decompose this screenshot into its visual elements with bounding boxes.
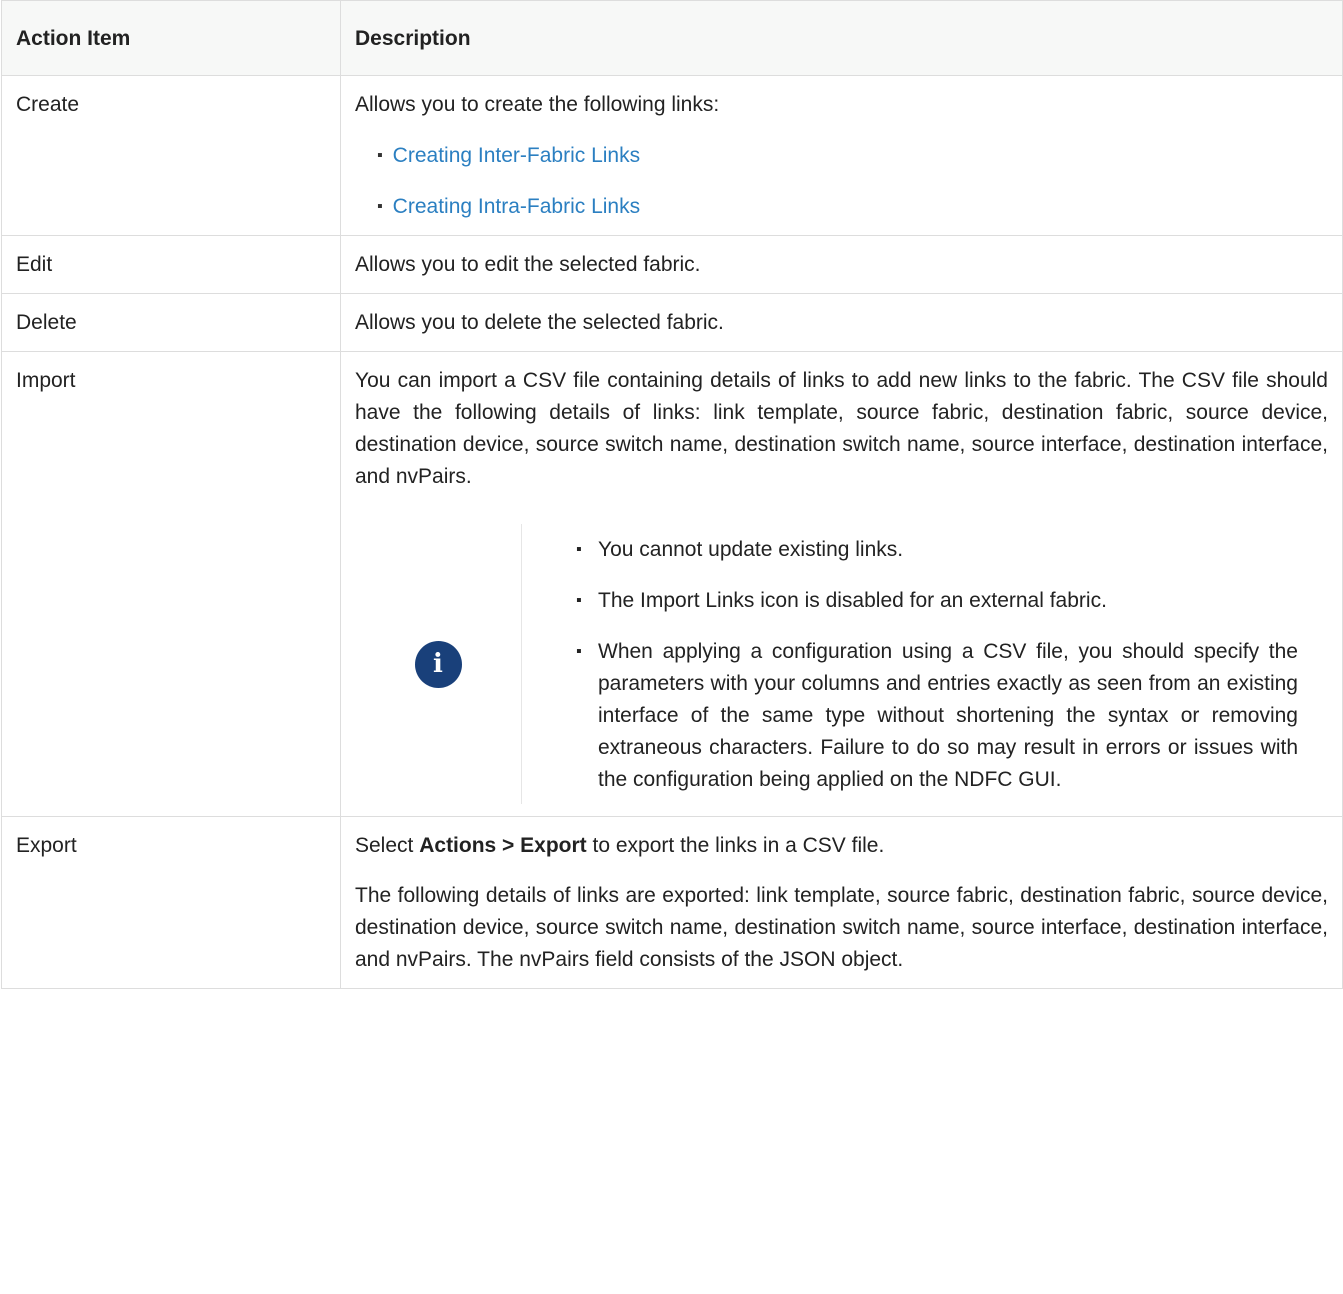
column-header-action-item: Action Item [1,0,341,76]
bullet-icon: ▪ [377,198,383,215]
bullet-icon: ▪ [377,147,383,164]
column-header-description: Description [340,0,1343,76]
import-description-text: You can import a CSV file containing det… [355,369,1328,488]
create-intro-text: Allows you to create the following links… [355,93,720,116]
table-row-edit: Edit Allows you to edit the selected fab… [1,235,1343,294]
export-select-prefix: Select [355,834,414,857]
info-note: i ▪ You cannot update existing links. ▪ Th… [355,524,1328,804]
list-item: ▪ When applying a configuration using a C… [576,636,1298,796]
action-items-table: Action Item Description Create Allows yo… [1,0,1343,989]
description-cell: Allows you to create the following links… [340,75,1343,236]
note-item-text: You cannot update existing links. [598,538,904,561]
action-cell: Delete [1,293,341,352]
list-item: ▪ Creating Intra-Fabric Links [377,191,1328,223]
creating-inter-fabric-links-link[interactable]: Creating Inter-Fabric Links [393,144,640,167]
creating-intra-fabric-links-link[interactable]: Creating Intra-Fabric Links [393,195,640,218]
action-cell: Import [1,351,341,817]
table-row-create: Create Allows you to create the followin… [1,75,1343,236]
export-select-suffix: to export the links in a CSV file. [592,834,885,857]
info-icon: i [414,640,462,688]
note-item-text: The Import Links icon is disabled for an… [598,589,1107,612]
export-select-text: Select Actions > Export to export the li… [355,830,1328,862]
description-cell: Allows you to delete the selected fabric… [340,293,1343,352]
bullet-icon: ▪ [576,592,582,609]
action-cell: Export [1,816,341,989]
note-icon-column: i [355,524,522,804]
bullet-icon: ▪ [576,541,582,558]
note-list: ▪ You cannot update existing links. ▪ The … [522,524,1328,804]
menu-path: Actions > Export [419,834,587,857]
bullet-icon: ▪ [576,643,582,660]
action-cell: Create [1,75,341,236]
description-cell: Allows you to edit the selected fabric. [340,235,1343,294]
create-links-list: ▪ Creating Inter-Fabric Links ▪ Creating I… [377,140,1328,223]
action-cell: Edit [1,235,341,294]
description-cell: You can import a CSV file containing det… [340,351,1343,817]
list-item: ▪ The Import Links icon is disabled for a… [576,585,1298,617]
table-row-export: Export Select Actions > Export to export… [1,816,1343,989]
table-header-row: Action Item Description [1,0,1343,76]
export-details-text: The following details of links are expor… [355,884,1328,971]
list-item: ▪ You cannot update existing links. [576,534,1298,566]
description-cell: Select Actions > Export to export the li… [340,816,1343,989]
table-row-delete: Delete Allows you to delete the selected… [1,293,1343,352]
table-row-import: Import You can import a CSV file contain… [1,351,1343,817]
note-item-text: When applying a configuration using a CS… [598,640,1298,791]
list-item: ▪ Creating Inter-Fabric Links [377,140,1328,172]
